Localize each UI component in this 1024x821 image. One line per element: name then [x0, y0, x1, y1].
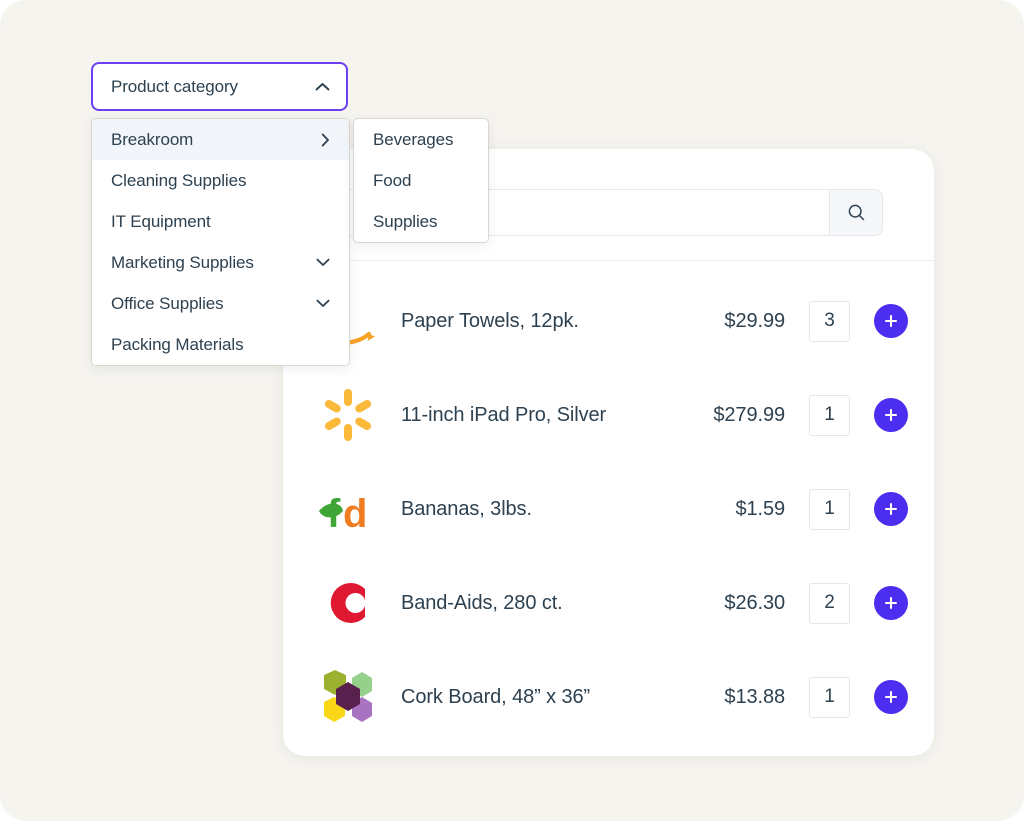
table-row[interactable]: f d Bananas, 3lbs. $1.59 1	[283, 462, 934, 556]
menu-item-cleaning-supplies[interactable]: Cleaning Supplies	[92, 160, 349, 201]
plus-icon	[884, 314, 898, 328]
search-icon	[848, 204, 864, 221]
svg-text:d: d	[343, 492, 367, 535]
product-category-dropdown[interactable]: Product category	[91, 62, 348, 111]
table-row[interactable]: Cork Board, 48” x 36” $13.88 1	[283, 650, 934, 744]
search-button[interactable]	[829, 190, 882, 235]
hexagons-logo	[324, 670, 372, 722]
table-row[interactable]: a Paper Towels, 12pk. $29.99 3	[283, 274, 934, 368]
freshdirect-logo: f d	[319, 492, 367, 535]
table-row[interactable]: Band-Aids, 280 ct. $26.30 2	[283, 556, 934, 650]
add-to-cart-button[interactable]	[874, 304, 908, 338]
menu-item-label: Cleaning Supplies	[111, 170, 247, 190]
chevron-down-icon	[316, 258, 330, 266]
product-name: Band-Aids, 280 ct.	[401, 591, 563, 614]
plus-icon	[884, 408, 898, 422]
add-to-cart-button[interactable]	[874, 398, 908, 432]
menu-item-label: Packing Materials	[111, 334, 244, 354]
plus-icon	[884, 502, 898, 516]
menu-item-it-equipment[interactable]: IT Equipment	[92, 201, 349, 242]
product-price: $13.88	[724, 685, 785, 708]
menu-item-label: Marketing Supplies	[111, 252, 254, 272]
add-to-cart-button[interactable]	[874, 492, 908, 526]
vendor-logo-cell: f d	[309, 478, 387, 540]
menu-item-office-supplies[interactable]: Office Supplies	[92, 283, 349, 324]
plus-icon	[884, 690, 898, 704]
submenu-item-beverages[interactable]: Beverages	[354, 119, 488, 160]
menu-item-packing-materials[interactable]: Packing Materials	[92, 324, 349, 365]
product-price: $29.99	[724, 309, 785, 332]
menu-item-breakroom[interactable]: Breakroom	[92, 119, 349, 160]
product-name: Bananas, 3lbs.	[401, 497, 532, 520]
plus-icon	[884, 596, 898, 610]
submenu-item-food[interactable]: Food	[354, 160, 488, 201]
product-name: 11-inch iPad Pro, Silver	[401, 403, 607, 426]
submenu-item-supplies[interactable]: Supplies	[354, 201, 488, 242]
quantity-input[interactable]: 1	[809, 676, 850, 718]
walmart-logo	[324, 389, 372, 441]
product-price: $1.59	[735, 497, 785, 520]
add-to-cart-button[interactable]	[874, 680, 908, 714]
product-category-label: Product category	[111, 76, 238, 96]
category-menu: Breakroom Cleaning Supplies IT Equipment…	[91, 118, 350, 366]
vendor-logo-cell	[309, 666, 387, 728]
section-divider	[283, 260, 934, 261]
submenu-item-label: Food	[373, 170, 412, 190]
submenu-item-label: Supplies	[373, 211, 438, 231]
add-to-cart-button[interactable]	[874, 586, 908, 620]
product-price: $26.30	[724, 591, 785, 614]
vendor-logo-cell	[309, 572, 387, 634]
menu-item-marketing-supplies[interactable]: Marketing Supplies	[92, 242, 349, 283]
product-name: Cork Board, 48” x 36”	[401, 685, 591, 708]
product-price: $279.99	[713, 403, 785, 426]
quantity-input[interactable]: 2	[809, 582, 850, 624]
red-c-logo	[330, 583, 365, 623]
menu-item-label: IT Equipment	[111, 211, 211, 231]
app-root: a Paper Towels, 12pk. $29.99 3	[0, 0, 1024, 821]
table-row[interactable]: 11-inch iPad Pro, Silver $279.99 1	[283, 368, 934, 462]
menu-item-label: Breakroom	[111, 129, 194, 149]
product-name: Paper Towels, 12pk.	[401, 309, 579, 332]
chevron-up-icon	[315, 82, 330, 90]
product-list: a Paper Towels, 12pk. $29.99 3	[283, 274, 934, 744]
chevron-right-icon	[321, 133, 329, 146]
breakroom-submenu: Beverages Food Supplies	[353, 118, 489, 243]
chevron-down-icon	[316, 299, 330, 307]
submenu-item-label: Beverages	[373, 129, 454, 149]
svg-text:f: f	[327, 492, 341, 535]
quantity-input[interactable]: 1	[809, 488, 850, 530]
vendor-logo-cell	[309, 384, 387, 446]
quantity-input[interactable]: 3	[809, 300, 850, 342]
quantity-input[interactable]: 1	[809, 394, 850, 436]
menu-item-label: Office Supplies	[111, 293, 224, 313]
